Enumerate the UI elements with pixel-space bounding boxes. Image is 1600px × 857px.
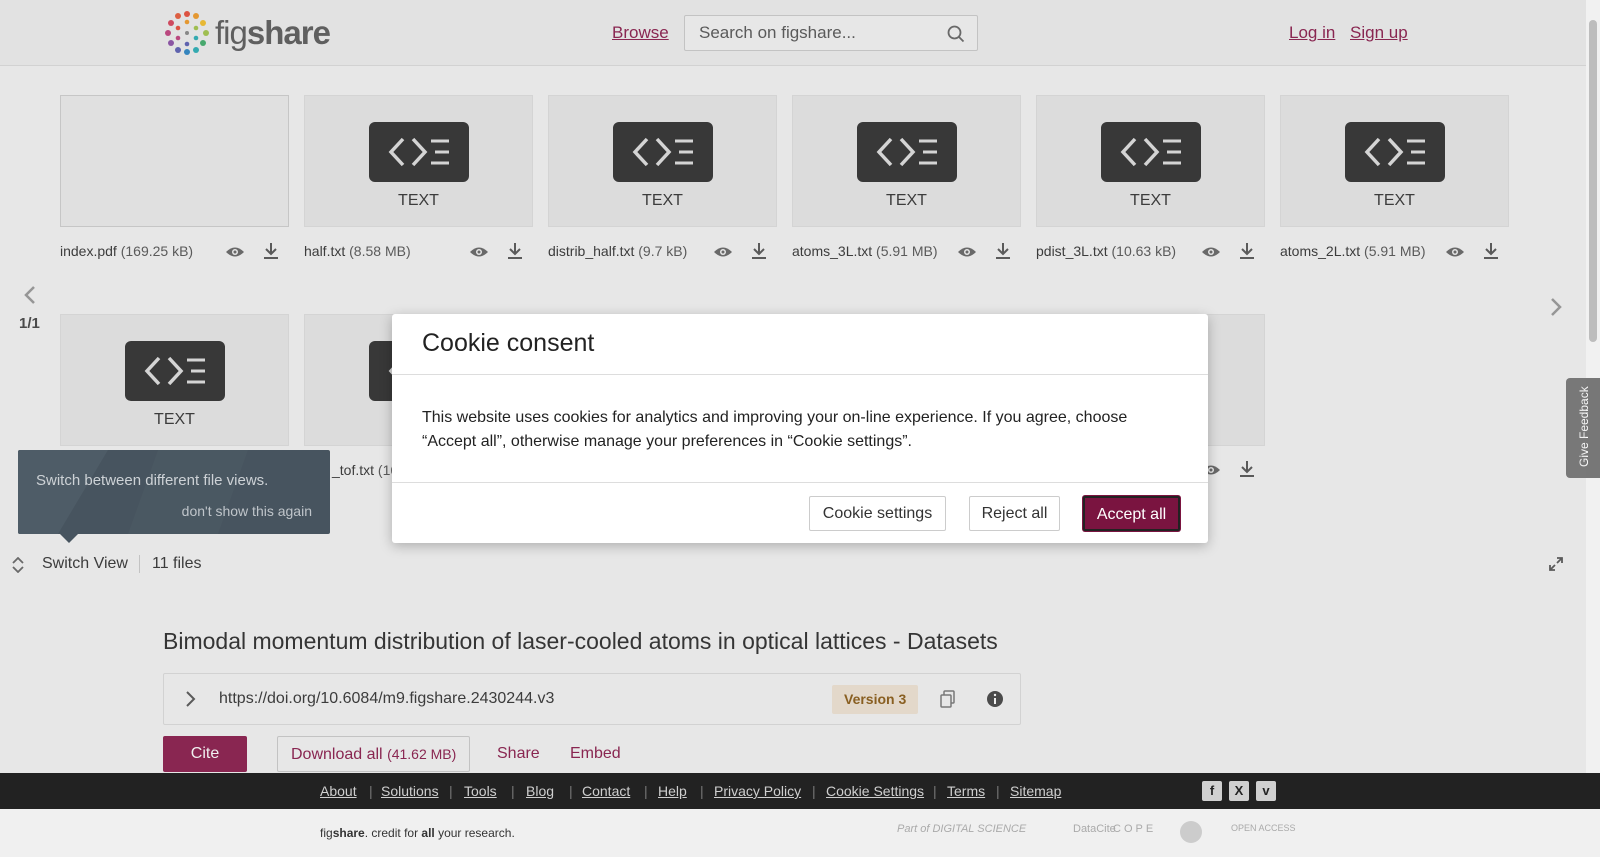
footer-link-about[interactable]: About — [320, 783, 357, 799]
datacite-logo[interactable]: DataCite — [1073, 823, 1116, 835]
footer-separator: | — [812, 783, 816, 799]
cookie-dialog-body: This website uses cookies for analytics … — [422, 409, 1128, 450]
footer-link-contact[interactable]: Contact — [582, 783, 630, 799]
footer-link-tools[interactable]: Tools — [464, 783, 497, 799]
footer-link-terms[interactable]: Terms — [947, 783, 985, 799]
footer-link-sitemap[interactable]: Sitemap — [1010, 783, 1061, 799]
open-access-logo[interactable]: OPEN ACCESS — [1231, 823, 1296, 833]
footer-separator: | — [933, 783, 937, 799]
footer-link-cookie-settings[interactable]: Cookie Settings — [826, 783, 924, 799]
footer-link-privacy-policy[interactable]: Privacy Policy — [714, 783, 801, 799]
reject-all-button[interactable]: Reject all — [969, 496, 1060, 531]
dialog-divider — [392, 482, 1208, 483]
footer-separator: | — [511, 783, 515, 799]
footer-link-solutions[interactable]: Solutions — [381, 783, 439, 799]
digital-science-logo[interactable]: Part of DIGITAL SCIENCE — [897, 823, 1026, 835]
footer-link-blog[interactable]: Blog — [526, 783, 554, 799]
footer-separator: | — [369, 783, 373, 799]
footer-links-bar: About | Solutions | Tools | Blog | Conta… — [0, 773, 1600, 809]
cookie-settings-button[interactable]: Cookie settings — [809, 496, 946, 531]
dialog-divider — [392, 374, 1208, 375]
footer-separator: | — [996, 783, 1000, 799]
footer-separator: | — [449, 783, 453, 799]
vimeo-icon[interactable]: v — [1256, 781, 1276, 801]
x-icon[interactable]: X — [1229, 781, 1249, 801]
facebook-icon[interactable]: f — [1202, 781, 1222, 801]
footer-separator: | — [569, 783, 573, 799]
scrollbar-thumb[interactable] — [1589, 20, 1597, 342]
footer-separator: | — [644, 783, 648, 799]
cookie-dialog-title: Cookie consent — [422, 329, 595, 357]
footer-credits: figshare. credit for all your research. … — [0, 809, 1600, 857]
cope-logo[interactable]: COPE — [1113, 823, 1156, 835]
cookie-consent-dialog: Cookie consent This website uses cookies… — [392, 314, 1208, 543]
footer-credit-text: figshare. credit for all your research. — [320, 826, 515, 840]
footer-separator: | — [700, 783, 704, 799]
partner-seal-logo[interactable] — [1180, 821, 1202, 843]
footer-link-help[interactable]: Help — [658, 783, 687, 799]
accept-all-button[interactable]: Accept all — [1083, 496, 1180, 531]
